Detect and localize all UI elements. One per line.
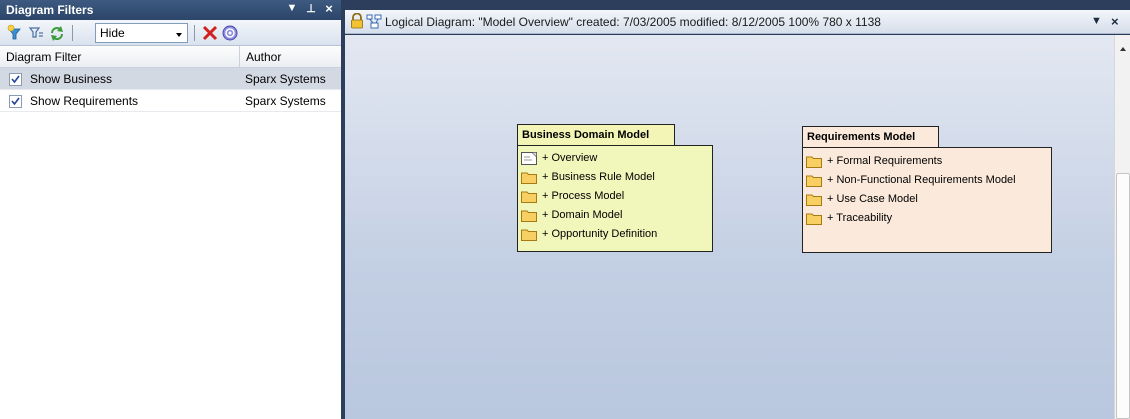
diagram-title: Logical Diagram: "Model Overview" create…	[385, 15, 881, 29]
new-filter-icon[interactable]	[6, 24, 24, 42]
column-header-author[interactable]: Author	[240, 46, 341, 68]
delete-icon[interactable]	[201, 24, 219, 42]
filter-mode-select[interactable]: Hide	[95, 23, 188, 43]
logical-diagram-icon	[366, 14, 382, 32]
toolbar-separator	[194, 25, 195, 41]
panel-menu-button[interactable]: ▼	[285, 2, 299, 14]
filter-options-icon[interactable]	[27, 24, 45, 42]
scrollbar-thumb[interactable]	[1116, 173, 1130, 419]
vertical-scrollbar[interactable]	[1114, 35, 1130, 419]
filter-checkbox[interactable]	[9, 95, 22, 108]
filter-author: Sparx Systems	[245, 94, 326, 108]
diagram-close-button[interactable]: ×	[1111, 14, 1119, 29]
package-item-label: + Traceability	[827, 212, 893, 224]
column-header-diagram-filter[interactable]: Diagram Filter	[0, 46, 240, 68]
folder-icon	[806, 174, 822, 190]
package-item-label: + Non-Functional Requirements Model	[827, 174, 1016, 186]
panel-title-bar: Diagram Filters ▼ ⊥ ×	[0, 0, 341, 20]
folder-icon	[521, 171, 537, 187]
diagram-menu-button[interactable]: ▼	[1091, 15, 1102, 27]
filter-row-show-business[interactable]: Show Business Sparx Systems	[0, 68, 341, 90]
package-name: Business Domain Model	[517, 124, 675, 146]
package-requirements-model[interactable]: Requirements Model + Formal Requirements…	[802, 126, 1052, 254]
package-body: + Overview + Business Rule Model + Proce…	[517, 145, 713, 252]
package-item-label: + Opportunity Definition	[542, 228, 658, 240]
package-business-domain-model[interactable]: Business Domain Model + Overview + Busin…	[517, 124, 713, 252]
package-item-label: + Formal Requirements	[827, 155, 943, 167]
package-item-label: + Process Model	[542, 190, 625, 202]
filter-name: Show Requirements	[30, 94, 139, 108]
refresh-icon[interactable]	[48, 24, 66, 42]
filters-toolbar: Hide	[0, 20, 341, 46]
filter-author: Sparx Systems	[245, 72, 326, 86]
package-item-label: + Domain Model	[542, 209, 623, 221]
package-name: Requirements Model	[802, 126, 939, 148]
diagram-panel: Logical Diagram: "Model Overview" create…	[345, 0, 1130, 419]
panel-close-button[interactable]: ×	[322, 1, 336, 16]
folder-icon	[806, 193, 822, 209]
folder-icon	[521, 209, 537, 225]
folder-icon	[806, 212, 822, 228]
toolbar-separator	[72, 25, 73, 41]
package-item-label: + Business Rule Model	[542, 171, 655, 183]
diagram-icon	[521, 152, 537, 168]
diagram-top-strip	[345, 0, 1130, 10]
scroll-up-icon[interactable]	[1119, 41, 1127, 55]
diagram-canvas[interactable]: Business Domain Model + Overview + Busin…	[345, 35, 1114, 419]
chevron-down-icon	[173, 29, 185, 39]
diagram-title-bar: Logical Diagram: "Model Overview" create…	[345, 10, 1130, 34]
lock-icon[interactable]	[350, 12, 364, 32]
folder-icon	[806, 155, 822, 171]
folder-icon	[521, 228, 537, 244]
package-item-label: + Use Case Model	[827, 193, 918, 205]
diagram-filters-panel: Diagram Filters ▼ ⊥ × Hide Diagram Filte…	[0, 0, 341, 419]
help-icon[interactable]	[221, 24, 239, 42]
pin-button[interactable]: ⊥	[304, 2, 318, 15]
filter-mode-value: Hide	[100, 26, 125, 40]
filters-grid-header: Diagram Filter Author	[0, 46, 341, 68]
filter-row-show-requirements[interactable]: Show Requirements Sparx Systems	[0, 90, 341, 112]
folder-icon	[521, 190, 537, 206]
filter-name: Show Business	[30, 72, 113, 86]
package-item-label: + Overview	[542, 152, 598, 164]
panel-title: Diagram Filters	[6, 3, 94, 17]
filter-checkbox[interactable]	[9, 73, 22, 86]
package-body: + Formal Requirements + Non-Functional R…	[802, 147, 1052, 253]
